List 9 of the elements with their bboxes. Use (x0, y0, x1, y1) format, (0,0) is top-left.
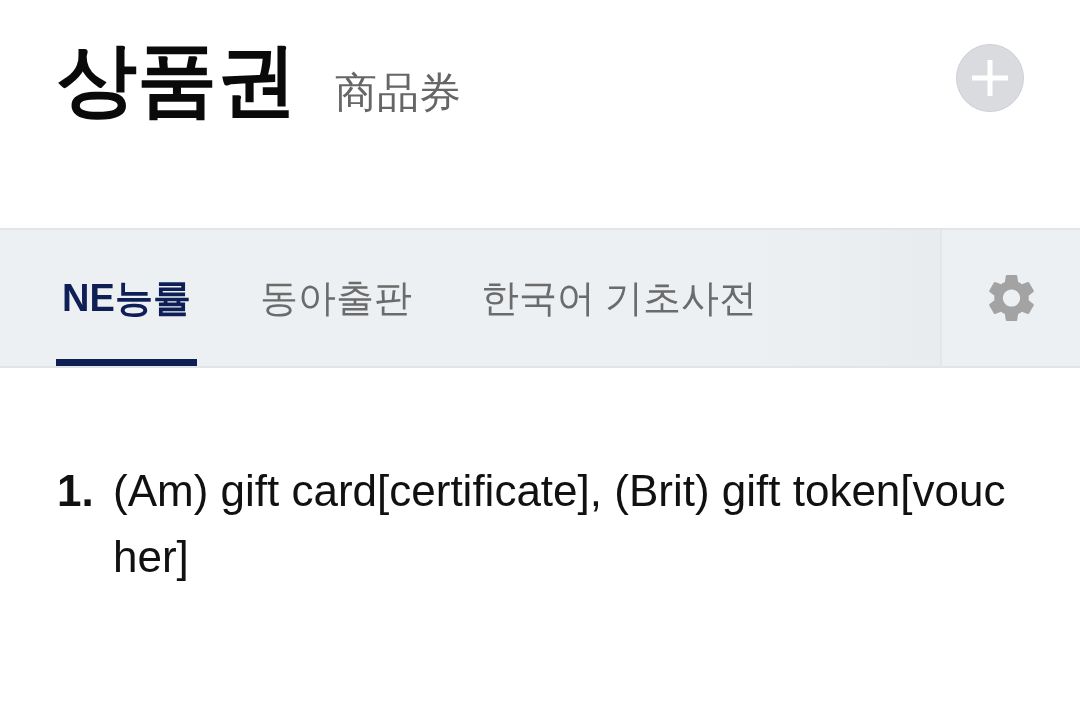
headword: 상품권 (57, 36, 297, 124)
dictionary-tab[interactable]: 동아출판 (253, 230, 418, 366)
settings-icon (988, 275, 1034, 321)
definition-text: (Am) gift card[certificate], (Brit) gift token[voucher] (113, 465, 1007, 583)
hanja-text: 商品券 (335, 70, 461, 117)
definition-number: 1. (57, 465, 95, 517)
dictionary-tab[interactable]: 한국어 기초사전 (474, 230, 764, 366)
plus-icon (972, 60, 1008, 96)
dictionary-tab[interactable]: NE능률 (56, 230, 197, 366)
